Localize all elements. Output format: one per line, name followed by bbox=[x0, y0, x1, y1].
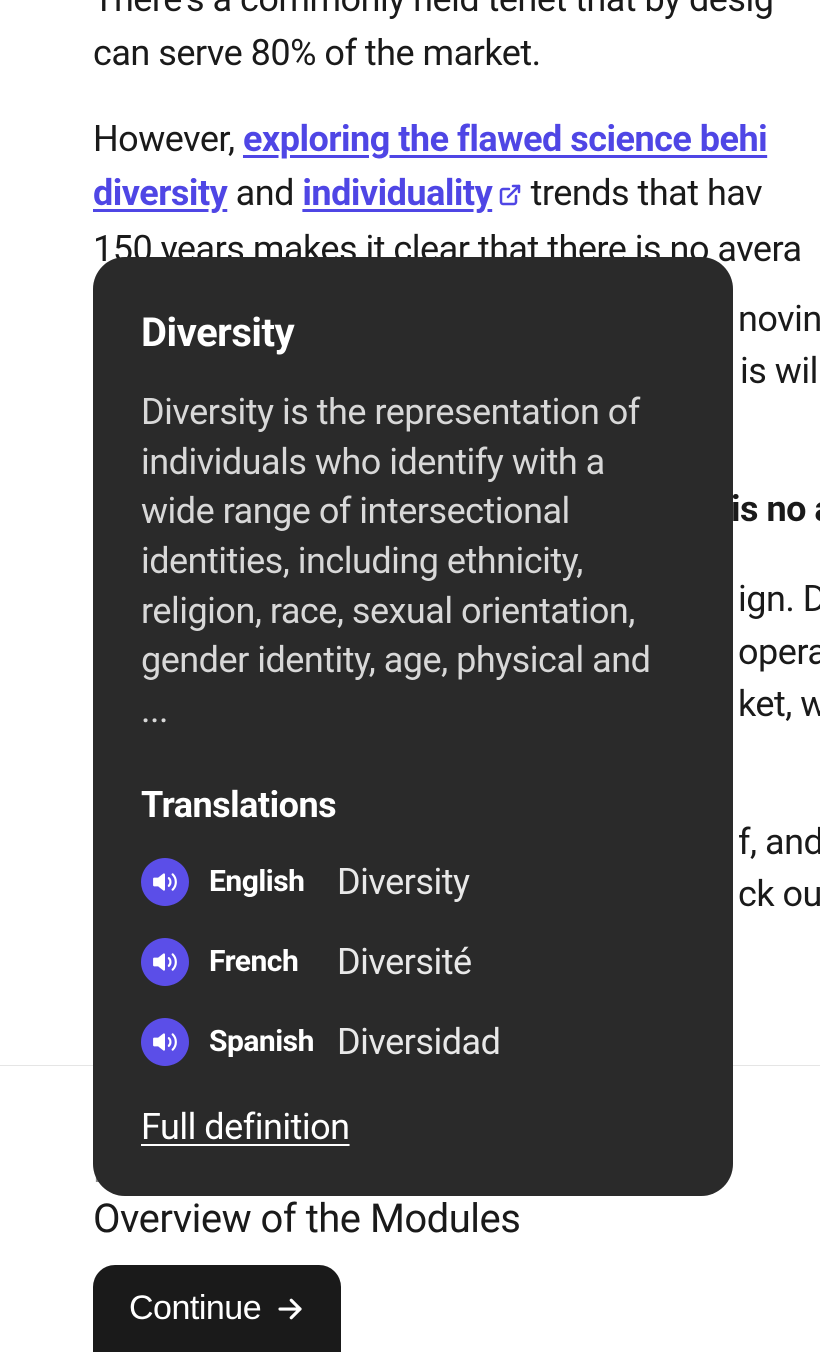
article-content: There's a commonly held tenet that by de… bbox=[0, 0, 820, 276]
translation-language: Spanish bbox=[209, 1024, 337, 1059]
external-link-icon bbox=[498, 168, 522, 222]
audio-play-button[interactable] bbox=[141, 1018, 189, 1066]
bg-fragment: ign. D bbox=[738, 572, 820, 626]
bg-fragment: ket, w bbox=[738, 677, 820, 731]
translation-word: Diversidad bbox=[337, 1021, 500, 1063]
next-lesson-title: Overview of the Modules bbox=[93, 1195, 520, 1242]
tooltip-title: Diversity bbox=[141, 309, 685, 356]
continue-button[interactable]: Continue bbox=[93, 1265, 341, 1352]
translation-language: French bbox=[209, 944, 337, 979]
continue-label: Continue bbox=[129, 1289, 261, 1328]
full-definition-link[interactable]: Full definition bbox=[141, 1106, 350, 1148]
link-individuality[interactable]: individuality bbox=[302, 172, 522, 214]
para1-frag: There's a commonly held tenet that by de… bbox=[93, 0, 773, 20]
para2-mid: and bbox=[227, 172, 302, 214]
link-flawed-science[interactable]: exploring the flawed science behi bbox=[243, 118, 767, 160]
speaker-icon bbox=[152, 1029, 178, 1055]
translation-row-spanish: Spanish Diversidad bbox=[141, 1018, 685, 1066]
translation-row-french: French Diversité bbox=[141, 938, 685, 986]
translation-word: Diversity bbox=[337, 861, 470, 903]
paragraph-1: There's a commonly held tenet that by de… bbox=[93, 0, 820, 80]
bg-fragment: f, and bbox=[738, 815, 820, 869]
bg-fragment: ck ou bbox=[738, 867, 820, 921]
bg-fragment: is no a bbox=[731, 482, 820, 536]
tooltip-definition: Diversity is the representation of indiv… bbox=[141, 388, 685, 736]
paragraph-2: However, exploring the flawed science be… bbox=[93, 112, 820, 276]
audio-play-button[interactable] bbox=[141, 938, 189, 986]
translation-word: Diversité bbox=[337, 941, 472, 983]
arrow-right-icon bbox=[275, 1294, 305, 1324]
translations-heading: Translations bbox=[141, 784, 685, 826]
bg-fragment: is wil bbox=[740, 344, 818, 398]
speaker-icon bbox=[152, 869, 178, 895]
para1-line2: can serve 80% of the market. bbox=[93, 32, 541, 74]
bg-fragment: novin bbox=[738, 292, 820, 346]
para2-start: However, bbox=[93, 118, 243, 160]
link-diversity[interactable]: diversity bbox=[93, 172, 227, 214]
translation-language: English bbox=[209, 864, 337, 899]
audio-play-button[interactable] bbox=[141, 858, 189, 906]
speaker-icon bbox=[152, 949, 178, 975]
translation-row-english: English Diversity bbox=[141, 858, 685, 906]
para2-end: trends that hav bbox=[522, 172, 762, 214]
bg-fragment: opera bbox=[738, 625, 820, 679]
definition-tooltip: Diversity Diversity is the representatio… bbox=[93, 257, 733, 1196]
